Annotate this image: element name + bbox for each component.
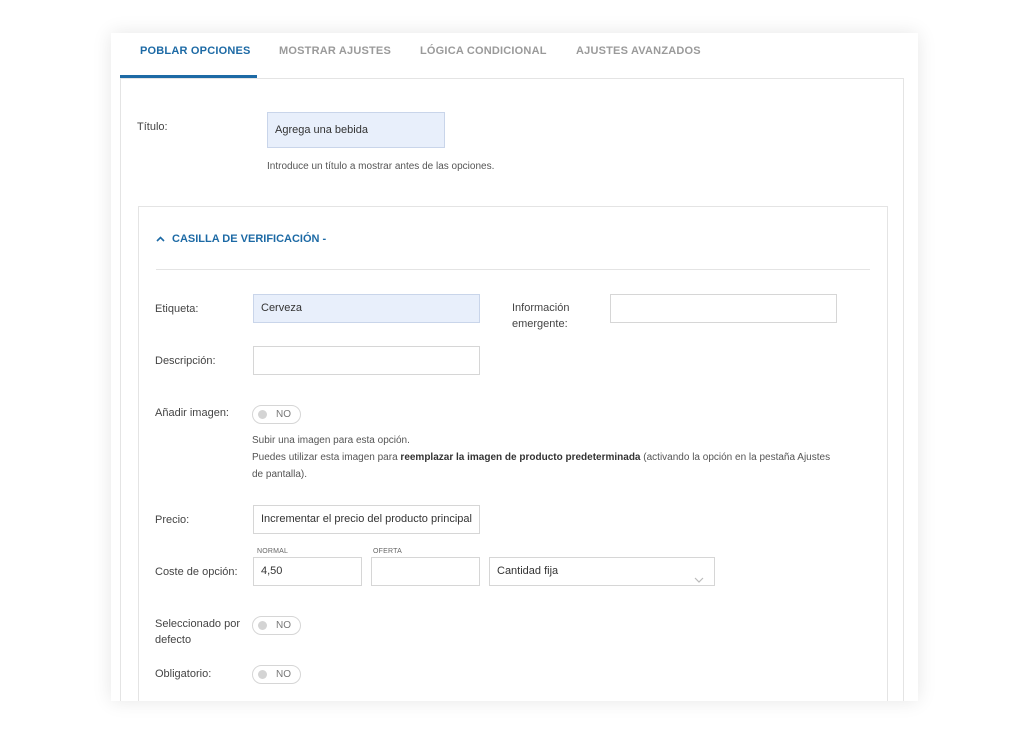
etiqueta-label: Etiqueta: bbox=[155, 303, 199, 315]
descripcion-label: Descripción: bbox=[155, 355, 216, 367]
tab-content: Título: Agrega una bebida Introduce un t… bbox=[120, 78, 904, 701]
tab-ajustes-avanzados[interactable]: AJUSTES AVANZADOS bbox=[576, 45, 701, 57]
tab-bar: POBLAR OPCIONES MOSTRAR AJUSTES LÓGICA C… bbox=[111, 33, 918, 78]
section-divider bbox=[156, 269, 870, 270]
imagen-hint-text-end: (activando la opción en la pestaña Ajust… bbox=[640, 452, 831, 463]
options-panel: POBLAR OPCIONES MOSTRAR AJUSTES LÓGICA C… bbox=[111, 33, 918, 701]
imagen-hint-text: Puedes utilizar esta imagen para bbox=[252, 452, 401, 463]
toggle-knob bbox=[258, 410, 267, 419]
toggle-state: NO bbox=[276, 620, 291, 631]
tooltip-label-line2: emergente: bbox=[512, 318, 568, 330]
precio-select[interactable]: Incrementar el precio del producto princ… bbox=[253, 505, 480, 534]
imagen-label: Añadir imagen: bbox=[155, 407, 229, 419]
tooltip-input[interactable] bbox=[610, 294, 837, 323]
coste-label: Coste de opción: bbox=[155, 566, 238, 578]
imagen-hint-bold: reemplazar la imagen de producto predete… bbox=[400, 452, 641, 463]
tab-logica-condicional[interactable]: LÓGICA CONDICIONAL bbox=[420, 45, 547, 57]
imagen-hint-line1: Subir una imagen para esta opción. bbox=[252, 435, 410, 446]
imagen-hint-line2: Puedes utilizar esta imagen para reempla… bbox=[252, 449, 830, 466]
price-type-select[interactable]: Cantidad fija bbox=[489, 557, 715, 586]
title-input[interactable]: Agrega una bebida bbox=[267, 112, 445, 148]
seleccionado-toggle[interactable]: NO bbox=[252, 616, 301, 635]
obligatorio-label: Obligatorio: bbox=[155, 668, 212, 680]
normal-price-input[interactable]: 4,50 bbox=[253, 557, 362, 586]
oferta-price-input[interactable] bbox=[371, 557, 480, 586]
oferta-price-label: OFERTA bbox=[373, 548, 402, 555]
tooltip-label-line1: Información bbox=[512, 302, 570, 314]
checkbox-option-block: CASILLA DE VERIFICACIÓN - Etiqueta: Cerv… bbox=[138, 206, 888, 701]
descripcion-input[interactable] bbox=[253, 346, 480, 375]
section-title: CASILLA DE VERIFICACIÓN - bbox=[172, 233, 327, 245]
tab-mostrar-ajustes[interactable]: MOSTRAR AJUSTES bbox=[279, 45, 391, 57]
price-type-value: Cantidad fija bbox=[497, 565, 559, 577]
imagen-hint-line3: de pantalla). bbox=[252, 469, 308, 480]
seleccionado-label-line1: Seleccionado por bbox=[155, 618, 241, 630]
chevron-up-icon bbox=[156, 233, 165, 245]
toggle-knob bbox=[258, 670, 267, 679]
section-header[interactable]: CASILLA DE VERIFICACIÓN - bbox=[156, 233, 326, 245]
title-hint: Introduce un título a mostrar antes de l… bbox=[267, 161, 495, 172]
imagen-toggle[interactable]: NO bbox=[252, 405, 301, 424]
seleccionado-label-line2: defecto bbox=[155, 634, 192, 646]
tab-poblar-opciones[interactable]: POBLAR OPCIONES bbox=[140, 45, 251, 57]
precio-label: Precio: bbox=[155, 514, 190, 526]
toggle-state: NO bbox=[276, 669, 291, 680]
toggle-knob bbox=[258, 621, 267, 630]
chevron-down-icon bbox=[694, 567, 704, 585]
obligatorio-toggle[interactable]: NO bbox=[252, 665, 301, 684]
etiqueta-input[interactable]: Cerveza bbox=[253, 294, 480, 323]
title-label: Título: bbox=[137, 121, 168, 133]
toggle-state: NO bbox=[276, 409, 291, 420]
normal-price-label: NORMAL bbox=[257, 548, 289, 555]
